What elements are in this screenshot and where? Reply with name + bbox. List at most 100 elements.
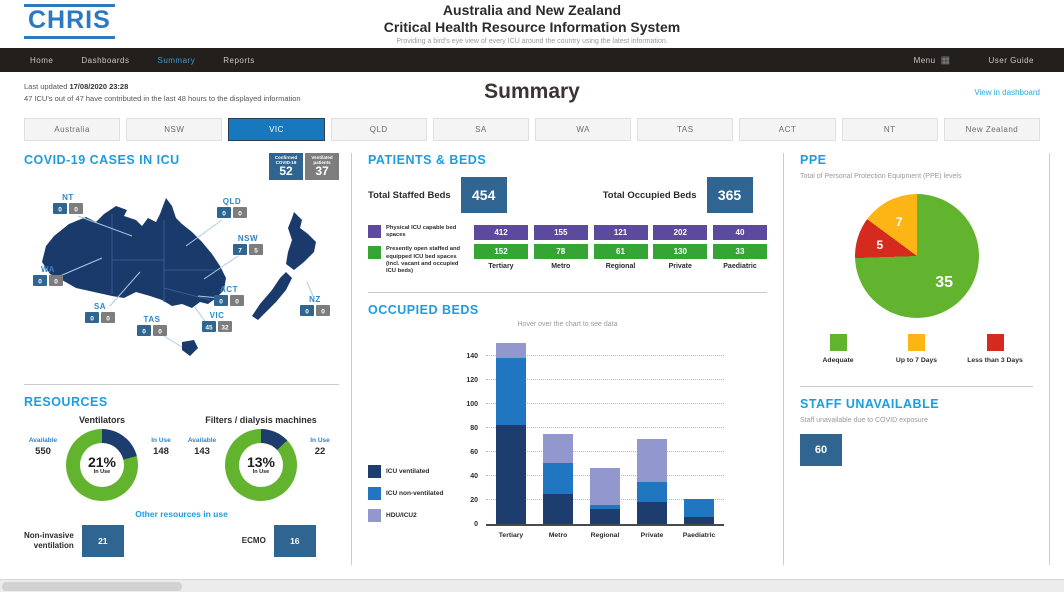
bar-metro-icu-non-ventilated[interactable] <box>543 463 573 494</box>
open-beds-value: 130 <box>653 244 707 259</box>
tab-australia[interactable]: Australia <box>24 118 120 141</box>
bar-category-label-paediatric: Paediatric <box>674 532 724 539</box>
scrollbar-thumb[interactable] <box>2 582 182 591</box>
physical-beds-value: 121 <box>594 225 648 240</box>
map-svg: NT00QLD00NSW75WA00ACT00SA00TAS00VIC4532N… <box>24 184 334 369</box>
nav-item-summary[interactable]: Summary <box>143 56 209 65</box>
donut-title: Filters / dialysis machines <box>185 415 337 425</box>
covid-summary-badges: Confirmed COVID-1952Ventilated patients3… <box>269 153 339 180</box>
total-occupied-label: Total Occupied Beds <box>603 190 697 201</box>
resource-donuts: VentilatorsAvailable55021%In UseIn Use14… <box>24 415 339 501</box>
in-use-label: In Use <box>144 437 178 444</box>
nz-north-island-shape <box>286 212 316 270</box>
in-use-value: 22 <box>303 446 337 457</box>
bar-tertiary-hdu-icu2[interactable] <box>496 343 526 357</box>
view-in-dashboard-link[interactable]: View in dashboard <box>974 88 1040 97</box>
svg-text:SA: SA <box>94 302 106 311</box>
svg-text:0: 0 <box>305 309 309 316</box>
covid-badge-ventilated: Ventilated patients37 <box>305 153 339 180</box>
available-side: Available550 <box>26 437 60 457</box>
nav-item-home[interactable]: Home <box>16 56 67 65</box>
tab-new-zealand[interactable]: New Zealand <box>944 118 1040 141</box>
horizontal-scrollbar[interactable] <box>0 579 1064 592</box>
bed-breakdown-row: Physical ICU capable bed spacesPresently… <box>368 225 767 282</box>
bar-legend-swatch <box>368 487 381 500</box>
bar-legend-label: ICU ventilated <box>386 468 429 476</box>
tab-wa[interactable]: WA <box>535 118 631 141</box>
bar-private-hdu-icu2[interactable] <box>637 439 667 482</box>
nav-item-reports[interactable]: Reports <box>209 56 269 65</box>
non-invasive-label: Non-invasive ventilation <box>24 531 74 550</box>
bar-paediatric-icu-non-ventilated[interactable] <box>684 499 714 517</box>
in-use-side: In Use 22 <box>303 437 337 457</box>
svg-text:0: 0 <box>58 207 62 214</box>
available-label: Available <box>185 437 219 444</box>
tab-nt[interactable]: NT <box>842 118 938 141</box>
beds-legend-label: Presently open staffed and equipped ICU … <box>386 246 468 275</box>
bar-regional-icu-ventilated[interactable] <box>590 509 620 525</box>
app-header: CHRIS Australia and New Zealand Critical… <box>0 0 1064 48</box>
map-state-tas: TAS00 <box>137 315 182 347</box>
available-value: 550 <box>26 446 60 457</box>
anz-map: NT00QLD00NSW75WA00ACT00SA00TAS00VIC4532N… <box>24 184 339 374</box>
donut-title: Ventilators <box>26 415 178 425</box>
bar-regional-icu-non-ventilated[interactable] <box>590 505 620 509</box>
bar-category-label-regional: Regional <box>580 532 630 539</box>
donut-ring: 13%In Use <box>225 429 297 501</box>
menu-button[interactable]: Menu ▦ <box>914 55 951 66</box>
donut-row: Available14313%In UseIn Use22 <box>185 429 337 501</box>
tab-act[interactable]: ACT <box>739 118 835 141</box>
bar-legend-swatch <box>368 465 381 478</box>
tab-vic[interactable]: VIC <box>228 118 324 141</box>
svg-text:TAS: TAS <box>144 315 161 324</box>
pie-value-less-than-3-days: 5 <box>876 238 883 252</box>
bar-metro-hdu-icu2[interactable] <box>543 434 573 463</box>
resources-title: RESOURCES <box>24 395 339 409</box>
ppe-pie-chart[interactable]: 3557 <box>855 194 979 318</box>
in-use-label: In Use <box>303 437 337 444</box>
bar-regional-hdu-icu2[interactable] <box>590 468 620 505</box>
beds-legend-swatch <box>368 225 381 238</box>
ppe-title: PPE <box>800 153 1033 167</box>
ppe-legend-label: Adequate <box>802 357 874 364</box>
bed-categories: 412152Tertiary15578Metro12161Regional202… <box>474 225 767 282</box>
bar-private-icu-ventilated[interactable] <box>637 502 667 525</box>
ytick-40: 40 <box>450 473 478 480</box>
ytick-80: 80 <box>450 425 478 432</box>
bar-private-icu-non-ventilated[interactable] <box>637 482 667 501</box>
svg-text:NT: NT <box>62 193 74 202</box>
bar-paediatric-icu-ventilated[interactable] <box>684 517 714 524</box>
bar-chart-plot: TertiaryMetroRegionalPrivatePaediatric <box>486 340 724 526</box>
other-resources-title: Other resources in use <box>24 509 339 519</box>
title-line2: Critical Health Resource Information Sys… <box>0 19 1064 36</box>
svg-text:0: 0 <box>142 329 146 336</box>
occupied-beds-chart[interactable]: TertiaryMetroRegionalPrivatePaediatric02… <box>368 334 767 559</box>
nav-item-dashboards[interactable]: Dashboards <box>67 56 143 65</box>
bar-metro-icu-ventilated[interactable] <box>543 494 573 524</box>
map-state-nz: NZ00 <box>300 282 330 316</box>
app-title: Australia and New Zealand Critical Healt… <box>0 2 1064 45</box>
tab-nsw[interactable]: NSW <box>126 118 222 141</box>
physical-beds-value: 40 <box>713 225 767 240</box>
tab-tas[interactable]: TAS <box>637 118 733 141</box>
svg-text:0: 0 <box>54 279 58 286</box>
user-guide-link[interactable]: User Guide <box>975 56 1048 65</box>
in-use-side: In Use148 <box>144 437 178 457</box>
bar-legend-item: HDU/ICU2 <box>368 509 443 522</box>
bed-category-label: Regional <box>594 263 648 270</box>
ppe-legend-less-than-3-days: Less than 3 Days <box>959 334 1031 364</box>
svg-text:VIC: VIC <box>210 311 225 320</box>
bar-tertiary-icu-non-ventilated[interactable] <box>496 358 526 425</box>
ppe-legend-label: Less than 3 Days <box>959 357 1031 364</box>
menu-label: Menu <box>914 56 936 65</box>
bed-category-paediatric: 4033Paediatric <box>713 225 767 282</box>
physical-beds-value: 155 <box>534 225 588 240</box>
tab-sa[interactable]: SA <box>433 118 529 141</box>
bar-tertiary-icu-ventilated[interactable] <box>496 425 526 525</box>
svg-text:NSW: NSW <box>238 234 258 243</box>
occupied-beds-title: OCCUPIED BEDS <box>368 303 767 317</box>
donut-center: 13%In Use <box>239 443 283 487</box>
ppe-legend-adequate: Adequate <box>802 334 874 364</box>
total-staffed-label: Total Staffed Beds <box>368 190 451 201</box>
tab-qld[interactable]: QLD <box>331 118 427 141</box>
